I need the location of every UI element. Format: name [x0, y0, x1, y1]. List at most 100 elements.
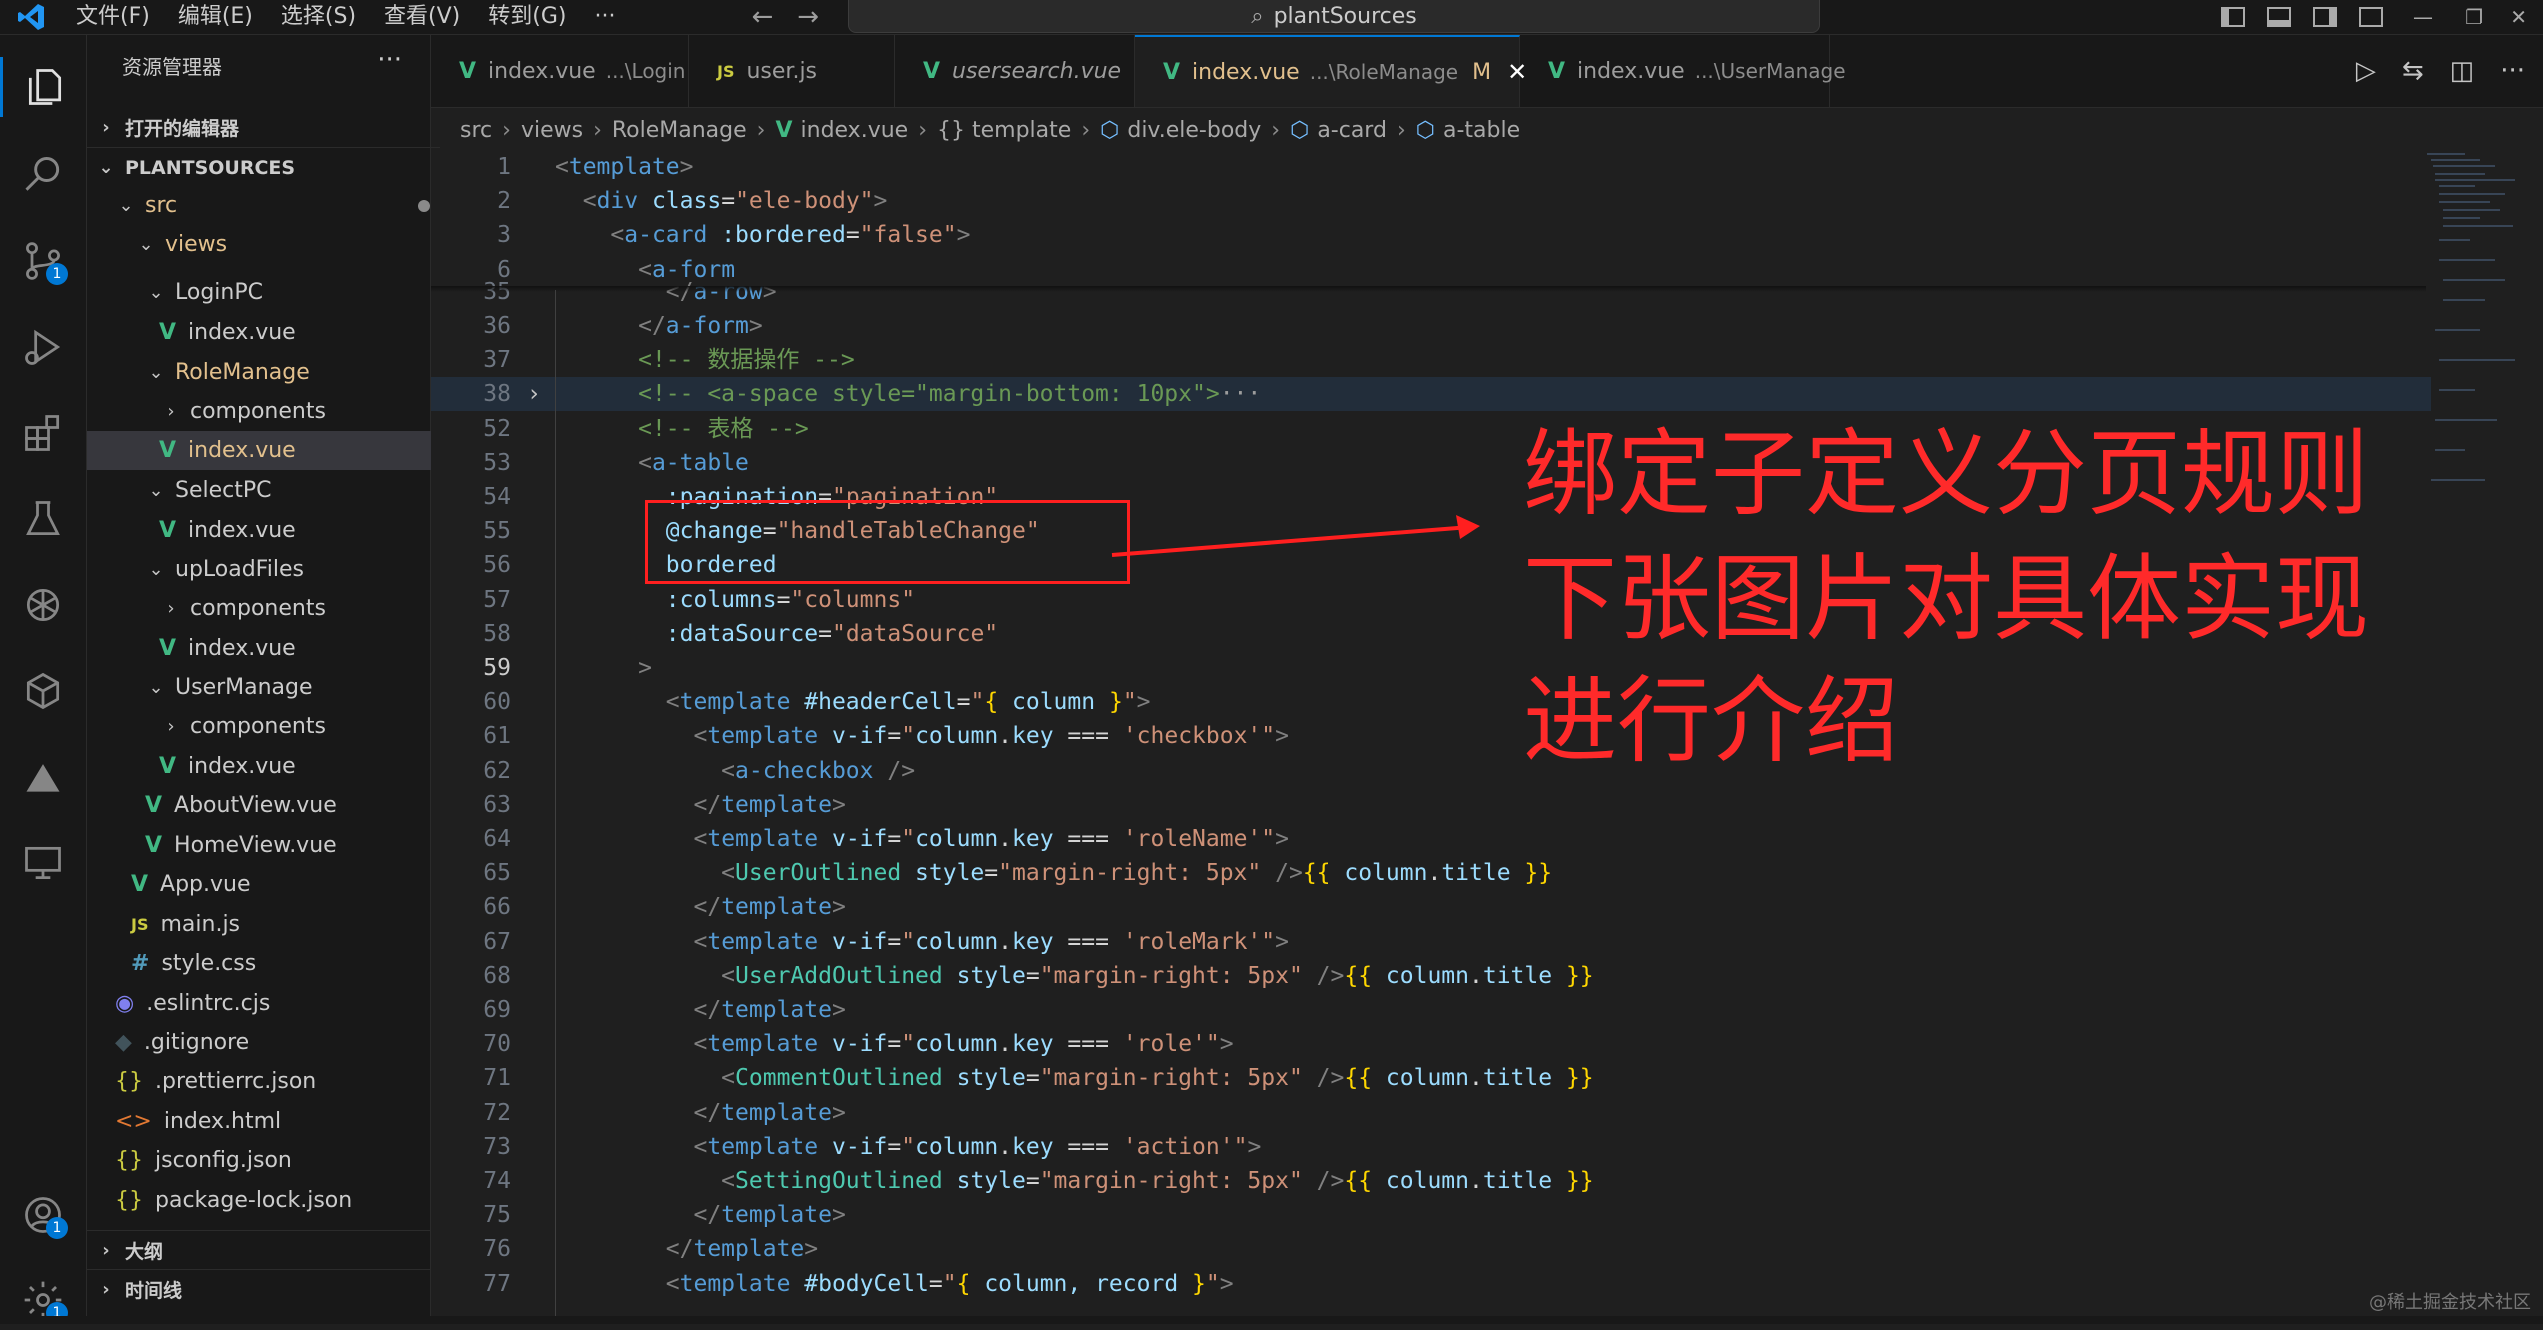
box-icon[interactable]: [0, 661, 86, 721]
timeline-section[interactable]: › 时间线: [87, 1269, 440, 1309]
editor-scrollbar[interactable]: [2528, 150, 2543, 1316]
tree-file-indexhtml[interactable]: <> index.html: [87, 1102, 458, 1141]
breadcrumb-item[interactable]: RoleManage: [612, 118, 747, 143]
code-line[interactable]: 60 <template #headerCell="{ column }">: [431, 685, 2431, 719]
chevron-down-icon: ⌄: [148, 282, 164, 303]
restore-icon[interactable]: ❐: [2465, 0, 2483, 34]
more-actions-icon[interactable]: ···: [2500, 56, 2525, 86]
toggle-panel-icon[interactable]: [2267, 7, 2291, 27]
tab-usersearch[interactable]: Vusersearch.vue: [895, 35, 1135, 107]
tree-file-app[interactable]: V App.vue: [87, 865, 474, 904]
code-line[interactable]: 70 <template v-if="column.key === 'role'…: [431, 1027, 2431, 1061]
tree-folder-loginpc[interactable]: ⌄ LoginPC: [87, 273, 490, 312]
code-line[interactable]: 68 <UserAddOutlined style="margin-right:…: [431, 959, 2431, 993]
code-line[interactable]: 61 <template v-if="column.key === 'check…: [431, 719, 2431, 753]
tree-file-stylecss[interactable]: # style.css: [87, 944, 474, 983]
remote-icon[interactable]: [0, 833, 86, 893]
breadcrumb-item[interactable]: views: [521, 118, 583, 143]
code-editor[interactable]: 1 <template> 2 <div class="ele-body"> 3 <a-…: [431, 150, 2543, 1316]
code-token: =: [1025, 1168, 1040, 1194]
tree-file-homeview[interactable]: V HomeView.vue: [87, 826, 488, 865]
minimap[interactable]: [2425, 150, 2525, 510]
deploy-icon[interactable]: [0, 747, 86, 807]
tree-folder-src[interactable]: ⌄ src: [87, 186, 460, 225]
menu-file[interactable]: 文件(F): [62, 0, 164, 34]
code-token: a-checkbox: [735, 757, 888, 784]
menu-more[interactable]: ···: [580, 0, 629, 34]
explorer-icon[interactable]: [0, 57, 86, 117]
openai-icon[interactable]: [0, 575, 86, 635]
breadcrumb-item[interactable]: a-table: [1443, 118, 1520, 143]
tree-file-eslintrc[interactable]: ◉ .eslintrc.cjs: [87, 984, 458, 1023]
code-line[interactable]: 36 </a-form>: [431, 309, 2431, 343]
tree-folder-views[interactable]: ⌄ views: [87, 225, 480, 264]
tree-folder-selectpc[interactable]: ⌄ SelectPC: [87, 471, 490, 510]
code-line[interactable]: 76 </template>: [431, 1232, 2431, 1266]
command-center[interactable]: ⌕ plantSources: [848, 0, 1820, 33]
run-debug-icon[interactable]: [0, 317, 86, 377]
testing-icon[interactable]: [0, 489, 86, 549]
code-line[interactable]: 77 <template #bodyCell="{ column, record…: [431, 1267, 2431, 1301]
tree-folder-uploadfiles[interactable]: ⌄ upLoadFiles: [87, 550, 490, 589]
tab-login-index[interactable]: Vindex.vue ...\Login: [431, 35, 689, 107]
tree-file-prettierrc[interactable]: {} .prettierrc.json: [87, 1062, 458, 1101]
code-line[interactable]: 65 <UserOutlined style="margin-right: 5p…: [431, 856, 2431, 890]
tree-folder-usermanage[interactable]: ⌄ UserManage: [87, 668, 490, 707]
toggle-primary-sidebar-icon[interactable]: [2221, 7, 2245, 27]
customize-layout-icon[interactable]: [2359, 7, 2383, 27]
code-line[interactable]: 63 </template>: [431, 788, 2431, 822]
tree-file-gitignore[interactable]: ◆ .gitignore: [87, 1023, 458, 1062]
back-arrow-icon[interactable]: ←: [739, 2, 785, 32]
code-line[interactable]: 74 <SettingOutlined style="margin-right:…: [431, 1164, 2431, 1198]
account-icon[interactable]: 1: [0, 1185, 86, 1245]
fold-chevron-icon[interactable]: ›: [527, 377, 541, 411]
code-line[interactable]: 3 <a-card :bordered="false">: [431, 218, 2431, 252]
menu-edit[interactable]: 编辑(E): [164, 0, 267, 34]
tree-folder-rolemanage[interactable]: ⌄ RoleManage: [87, 353, 490, 392]
source-control-icon[interactable]: 1: [0, 231, 86, 291]
code-line[interactable]: 75 </template>: [431, 1198, 2431, 1232]
code-line[interactable]: 62 <a-checkbox />: [431, 754, 2431, 788]
code-text: <template v-if="column.key === 'roleMark…: [555, 925, 1289, 959]
code-line[interactable]: 64 <template v-if="column.key === 'roleN…: [431, 822, 2431, 856]
code-line[interactable]: 69 </template>: [431, 993, 2431, 1027]
code-line[interactable]: 37 <!-- 数据操作 -->: [431, 343, 2431, 377]
tab-usermanage-index[interactable]: Vindex.vue ...\UserManage: [1520, 35, 1846, 107]
tab-rolemanage-index[interactable]: Vindex.vue ...\RoleManage M ✕: [1135, 35, 1527, 107]
close-window-icon[interactable]: ✕: [2510, 0, 2527, 34]
code-line[interactable]: 1 <template>: [431, 150, 2431, 184]
breadcrumb-item[interactable]: a-card: [1317, 118, 1387, 143]
code-line[interactable]: 67 <template v-if="column.key === 'roleM…: [431, 925, 2431, 959]
workspace-root[interactable]: ⌄ PLANTSOURCES: [87, 147, 440, 187]
code-line[interactable]: 73 <template v-if="column.key === 'actio…: [431, 1130, 2431, 1164]
run-icon[interactable]: ▷: [2356, 56, 2376, 86]
minimize-icon[interactable]: —: [2413, 0, 2433, 34]
more-actions-icon[interactable]: ···: [377, 45, 402, 75]
outline-section[interactable]: › 大纲: [87, 1230, 440, 1270]
tree-file-packagelock[interactable]: {} package-lock.json: [87, 1181, 458, 1220]
tree-file-mainjs[interactable]: JS main.js: [87, 905, 474, 944]
menu-go[interactable]: 转到(G): [474, 0, 580, 34]
code-line[interactable]: 72 </template>: [431, 1096, 2431, 1130]
breadcrumb-item[interactable]: src: [460, 118, 492, 143]
code-line[interactable]: 2 <div class="ele-body">: [431, 184, 2431, 218]
extensions-icon[interactable]: [0, 403, 86, 463]
menu-view[interactable]: 查看(V): [370, 0, 474, 34]
code-line[interactable]: 66 </template>: [431, 890, 2431, 924]
breadcrumb-item[interactable]: div.ele-body: [1127, 118, 1261, 143]
split-editor-icon[interactable]: ◫: [2450, 56, 2475, 86]
toggle-secondary-sidebar-icon[interactable]: [2313, 7, 2337, 27]
search-icon[interactable]: [0, 145, 86, 205]
code-line[interactable]: 38 › <!-- <a-space style="margin-bottom: …: [431, 377, 2431, 412]
breadcrumb-item[interactable]: index.vue: [801, 118, 909, 143]
tab-userjs[interactable]: JS user.js: [689, 35, 895, 107]
forward-arrow-icon[interactable]: →: [785, 2, 831, 32]
tree-file-aboutview[interactable]: V AboutView.vue: [87, 786, 488, 825]
tree-file-jsconfig[interactable]: {} jsconfig.json: [87, 1141, 458, 1180]
code-line[interactable]: 71 <CommentOutlined style="margin-right:…: [431, 1061, 2431, 1095]
compare-icon[interactable]: ⇆: [2402, 56, 2424, 86]
breadcrumb-item[interactable]: {} template: [937, 118, 1071, 143]
menu-selection[interactable]: 选择(S): [267, 0, 370, 34]
open-editors-section[interactable]: › 打开的编辑器: [87, 108, 440, 147]
